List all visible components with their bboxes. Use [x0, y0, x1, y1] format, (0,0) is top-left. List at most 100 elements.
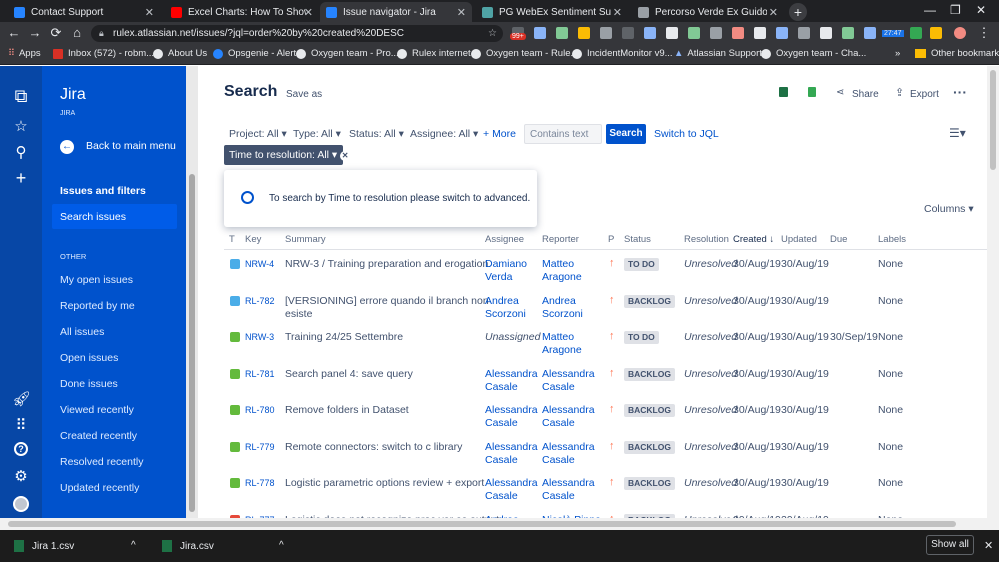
browser-menu-icon[interactable]: ⋮ — [976, 25, 992, 41]
view-switcher-icon[interactable]: ☰▾ — [949, 126, 966, 140]
download-item[interactable]: Jira.csv — [162, 540, 214, 552]
issue-key[interactable]: NRW-4 — [245, 258, 274, 271]
issue-assignee[interactable]: Alessandra — [485, 477, 538, 490]
browser-tab[interactable]: Contact Support ✕ — [8, 2, 160, 22]
browser-tab-active[interactable]: Issue navigator - Jira ✕ — [320, 2, 472, 22]
issue-reporter[interactable]: Alessandra — [542, 441, 595, 454]
extension-icon[interactable] — [622, 27, 634, 39]
column-header-updated[interactable]: Updated — [781, 234, 817, 245]
main-scrollbar[interactable] — [987, 66, 999, 518]
sidebar-item[interactable]: Open issues — [60, 352, 118, 364]
bookmarks-overflow[interactable]: » — [895, 48, 900, 59]
bookmark-item[interactable]: Inbox (572) - robm... — [53, 48, 154, 59]
issue-summary[interactable]: esiste — [285, 308, 312, 321]
issue-reporter[interactable]: Andrea — [542, 295, 576, 308]
issue-key[interactable]: RL-780 — [245, 404, 275, 417]
search-input[interactable] — [524, 124, 602, 144]
export-icon[interactable]: ⇪ — [895, 86, 904, 99]
bookmark-item[interactable]: About Us — [153, 48, 207, 59]
type-filter[interactable]: Type: All ▾ — [293, 128, 341, 140]
extension-icon[interactable] — [688, 27, 700, 39]
extension-icon[interactable] — [754, 27, 766, 39]
project-filter[interactable]: Project: All ▾ — [229, 128, 287, 140]
horizontal-scrollbar[interactable] — [0, 518, 999, 530]
sidebar-item[interactable]: Resolved recently — [60, 456, 143, 468]
bookmark-item[interactable]: Oxygen team - Pro... — [296, 48, 399, 59]
save-as-button[interactable]: Save as — [286, 89, 322, 100]
column-header-priority[interactable]: P — [608, 234, 614, 245]
chevron-up-icon[interactable]: ^ — [279, 540, 284, 551]
issue-reporter[interactable]: Casale — [542, 490, 575, 503]
tab-close-icon[interactable]: ✕ — [145, 6, 154, 19]
issue-summary[interactable]: Remove folders in Dataset — [285, 404, 409, 417]
extension-icon[interactable] — [534, 27, 546, 39]
extension-icon[interactable] — [666, 27, 678, 39]
sheets-export-icon[interactable] — [808, 87, 816, 97]
sidebar-item[interactable]: Reported by me — [60, 300, 135, 312]
profile-avatar[interactable] — [954, 27, 966, 39]
issue-reporter[interactable]: Matteo — [542, 331, 574, 344]
extension-icon[interactable] — [910, 27, 922, 39]
search-icon[interactable]: ⚲ — [12, 143, 30, 161]
bookmark-apps[interactable]: ⠿ Apps — [8, 48, 41, 59]
issue-reporter[interactable]: Matteo — [542, 258, 574, 271]
column-header-due[interactable]: Due — [830, 234, 847, 245]
issue-assignee[interactable]: Alessandra — [485, 404, 538, 417]
issue-key[interactable]: RL-779 — [245, 441, 275, 454]
columns-button[interactable]: Columns ▾ — [924, 203, 974, 215]
jira-logo-icon[interactable]: ⧉ — [12, 86, 30, 107]
extension-icon[interactable] — [776, 27, 788, 39]
drive-extension-icon[interactable] — [578, 27, 590, 39]
issue-assignee[interactable]: Casale — [485, 490, 518, 503]
sidebar-item[interactable]: Created recently — [60, 430, 137, 442]
sidebar-item[interactable]: My open issues — [60, 274, 133, 286]
tab-close-icon[interactable]: ✕ — [769, 6, 778, 19]
issue-assignee[interactable]: Casale — [485, 454, 518, 467]
column-header-created[interactable]: Created ↓ — [733, 234, 774, 245]
issue-summary[interactable]: [VERSIONING] errore quando il branch non — [285, 295, 489, 308]
bookmark-item[interactable]: ▲ Atlassian Support — [674, 48, 762, 59]
issue-assignee[interactable]: Andrea — [485, 295, 519, 308]
scrollbar-thumb[interactable] — [990, 70, 996, 170]
issue-assignee[interactable]: Casale — [485, 381, 518, 394]
sidebar-item[interactable]: Done issues — [60, 378, 118, 390]
search-button[interactable]: Search — [606, 124, 646, 144]
column-header-reporter[interactable]: Reporter — [542, 234, 579, 245]
show-all-downloads-button[interactable]: Show all — [926, 535, 974, 555]
export-button[interactable]: Export — [910, 89, 939, 100]
issue-key[interactable]: RL-782 — [245, 295, 275, 308]
status-filter[interactable]: Status: All ▾ — [349, 128, 404, 140]
help-icon[interactable]: ? — [14, 442, 28, 456]
extension-icon[interactable] — [644, 27, 656, 39]
download-item[interactable]: Jira 1.csv — [14, 540, 74, 552]
back-arrow-icon[interactable]: ← — [60, 140, 74, 154]
sidebar-item-search-issues[interactable]: Search issues — [60, 211, 126, 223]
issue-assignee[interactable]: Scorzoni — [485, 308, 526, 321]
app-switcher-icon[interactable]: ⠿ — [12, 416, 30, 434]
home-icon[interactable]: ⌂ — [69, 25, 85, 40]
other-bookmarks[interactable]: Other bookmarks — [915, 48, 999, 59]
issue-summary[interactable]: Training 24/25 Settembre — [285, 331, 403, 344]
column-header-resolution[interactable]: Resolution — [684, 234, 729, 245]
issue-reporter[interactable]: Scorzoni — [542, 308, 583, 321]
chevron-up-icon[interactable]: ^ — [131, 540, 136, 551]
extension-icon[interactable] — [600, 27, 612, 39]
issue-reporter[interactable]: Alessandra — [542, 368, 595, 381]
issue-summary[interactable]: Remote connectors: switch to c library — [285, 441, 462, 454]
close-download-bar-icon[interactable]: ✕ — [984, 539, 993, 552]
scrollbar-thumb[interactable] — [189, 174, 195, 512]
issue-assignee[interactable]: Damiano — [485, 258, 527, 271]
issue-reporter[interactable]: Aragone — [542, 344, 582, 357]
more-filters-button[interactable]: + More — [483, 128, 516, 140]
extension-icon[interactable] — [820, 27, 832, 39]
browser-tab[interactable]: PG WebEx Sentiment Survey - 20 ✕ — [476, 2, 628, 22]
column-header-assignee[interactable]: Assignee — [485, 234, 524, 245]
rocket-icon[interactable]: 🚀︎ — [12, 390, 31, 408]
issue-reporter[interactable]: Casale — [542, 381, 575, 394]
issue-assignee[interactable]: Casale — [485, 417, 518, 430]
minimize-icon[interactable]: — — [924, 3, 936, 17]
scrollbar-thumb[interactable] — [8, 521, 956, 527]
extension-icon[interactable] — [556, 27, 568, 39]
share-icon[interactable]: ⋖ — [836, 87, 844, 98]
bookmark-item[interactable]: Rulex internet — [397, 48, 471, 59]
